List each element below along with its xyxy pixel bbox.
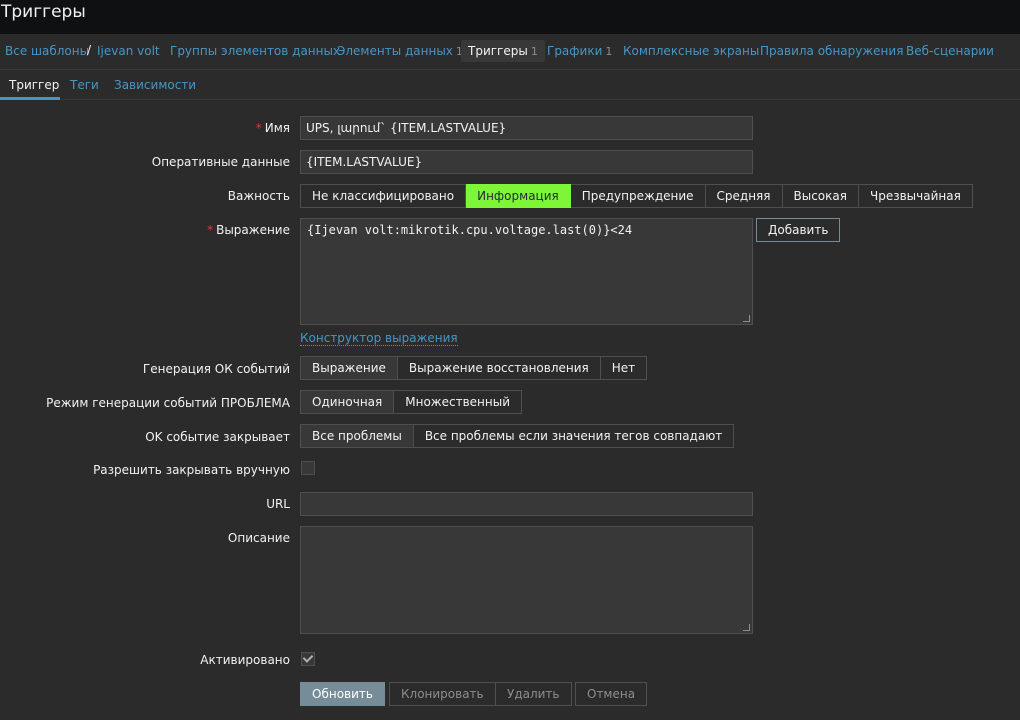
severity-selector: Не классифицировано Информация Предупреж… xyxy=(300,184,973,208)
ok-closes-selector: Все проблемы Все проблемы если значения … xyxy=(300,424,735,448)
problem-mode-selector: Одиночная Множественный xyxy=(300,390,522,414)
problem-mode-label: Режим генерации событий ПРОБЛЕМА xyxy=(46,396,290,410)
description-textarea[interactable] xyxy=(300,526,753,634)
severity-average[interactable]: Средняя xyxy=(705,184,783,208)
nav-graphs-count: 1 xyxy=(605,45,613,58)
severity-high[interactable]: Высокая xyxy=(782,184,859,208)
enabled-checkbox[interactable] xyxy=(301,652,315,666)
tab-tags[interactable]: Теги xyxy=(70,78,99,92)
manual-close-checkbox[interactable] xyxy=(301,461,315,475)
nav-triggers-label: Триггеры xyxy=(468,44,528,58)
tab-trigger[interactable]: Триггер xyxy=(9,78,59,92)
required-mark: * xyxy=(207,223,214,237)
url-input[interactable] xyxy=(300,492,753,516)
required-mark: * xyxy=(255,121,262,135)
problem-mode-single[interactable]: Одиночная xyxy=(300,390,395,414)
tab-dependencies[interactable]: Зависимости xyxy=(114,78,196,92)
ok-gen-recovery-expression[interactable]: Выражение восстановления xyxy=(397,356,601,380)
clone-button[interactable]: Клонировать xyxy=(389,682,496,706)
ok-event-generation-selector: Выражение Выражение восстановления Нет xyxy=(300,356,648,380)
nav-graphs-label: Графики xyxy=(547,44,603,58)
url-label: URL xyxy=(266,497,290,511)
ok-closes-tag-match[interactable]: Все проблемы если значения тегов совпада… xyxy=(413,424,735,448)
name-input[interactable]: UPS, լարում` {ITEM.LASTVALUE} xyxy=(300,116,753,140)
opdata-input[interactable]: {ITEM.LASTVALUE} xyxy=(300,150,753,174)
breadcrumb-all-templates[interactable]: Все шаблоны xyxy=(5,44,89,58)
nav-triggers-count: 1 xyxy=(530,45,538,58)
nav-web[interactable]: Веб-сценарии xyxy=(906,44,994,58)
severity-label: Важность xyxy=(227,189,290,203)
ok-gen-none[interactable]: Нет xyxy=(600,356,648,380)
breadcrumb-separator: / xyxy=(87,43,92,57)
expression-text: {Ijevan volt:mikrotik.cpu.voltage.last(0… xyxy=(307,223,633,237)
title-bar: Триггеры xyxy=(0,0,1020,34)
template-nav: Все шаблоны / Ijevan volt Группы элемент… xyxy=(0,34,1020,70)
expression-label: * Выражение xyxy=(207,223,290,237)
delete-button[interactable]: Удалить xyxy=(495,682,572,706)
severity-information[interactable]: Информация xyxy=(466,184,571,208)
form-tabs: Триггер Теги Зависимости xyxy=(0,70,1020,100)
ok-closes-label: OK событие закрывает xyxy=(145,430,290,444)
nav-triggers[interactable]: Триггеры 1 xyxy=(461,40,545,62)
severity-not-classified[interactable]: Не классифицировано xyxy=(300,184,467,208)
cancel-button[interactable]: Отмена xyxy=(575,682,648,706)
severity-disaster[interactable]: Чрезвычайная xyxy=(858,184,973,208)
nav-discovery[interactable]: Правила обнаружения xyxy=(760,44,903,58)
manual-close-label: Разрешить закрывать вручную xyxy=(93,463,290,477)
nav-graphs[interactable]: Графики 1 xyxy=(547,44,612,58)
resize-grip-icon[interactable] xyxy=(743,624,750,631)
trigger-form: * Имя UPS, լարում` {ITEM.LASTVALUE} Опера… xyxy=(0,100,1020,720)
expression-textarea[interactable]: {Ijevan volt:mikrotik.cpu.voltage.last(0… xyxy=(300,218,753,325)
ok-gen-expression[interactable]: Выражение xyxy=(300,356,398,380)
expression-constructor-link[interactable]: Конструктор выражения xyxy=(300,331,458,346)
ok-closes-all[interactable]: Все проблемы xyxy=(300,424,414,448)
nav-items-label: Элементы данных xyxy=(337,44,453,58)
nav-items[interactable]: Элементы данных 1 xyxy=(337,44,463,58)
update-button[interactable]: Обновить xyxy=(300,682,385,706)
severity-warning[interactable]: Предупреждение xyxy=(570,184,706,208)
checkmark-icon xyxy=(302,652,314,663)
ok-event-generation-label: Генерация ОК событий xyxy=(142,362,290,376)
opdata-label: Оперативные данные xyxy=(151,155,290,169)
add-expression-button[interactable]: Добавить xyxy=(756,218,841,242)
page-title: Триггеры xyxy=(1,2,86,22)
breadcrumb-host[interactable]: Ijevan volt xyxy=(97,44,160,58)
enabled-label: Активировано xyxy=(200,653,290,667)
nav-screens[interactable]: Комплексные экраны xyxy=(623,44,759,58)
nav-item-groups[interactable]: Группы элементов данных xyxy=(170,44,340,58)
resize-grip-icon[interactable] xyxy=(743,315,750,322)
description-label: Описание xyxy=(227,531,290,545)
name-label: * Имя xyxy=(255,121,290,135)
problem-mode-multiple[interactable]: Множественный xyxy=(394,390,522,414)
